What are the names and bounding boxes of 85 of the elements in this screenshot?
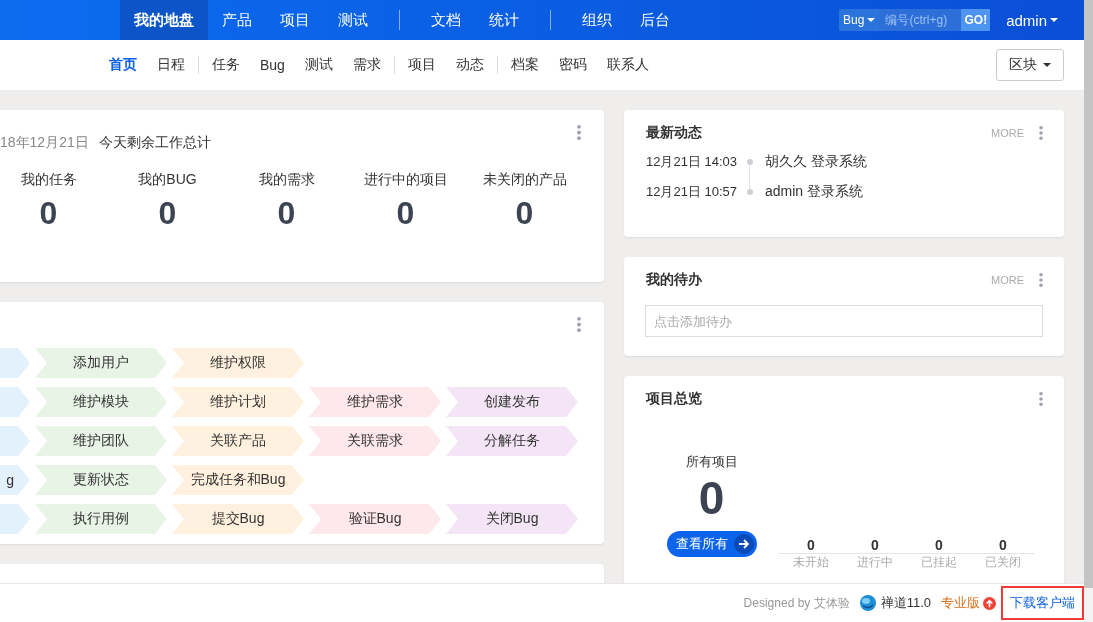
version-text: 禅道11.0 (880, 594, 931, 612)
flow-step[interactable]: g (0, 465, 30, 495)
stat-label: 未开始 (793, 554, 829, 571)
event-text: admin 登录系统 (765, 183, 864, 201)
stat-value: 0 (158, 195, 177, 232)
stat-label: 我的BUG (138, 171, 197, 189)
sub-nav-tab[interactable]: 测试 (294, 56, 343, 74)
user-menu[interactable]: admin (1000, 10, 1064, 30)
nav-tab[interactable]: 组织 (568, 0, 626, 40)
globe-logo-icon (859, 595, 876, 611)
stat-label: 所有项目 (685, 453, 738, 471)
stat-label: 进行中 (857, 554, 893, 571)
more-options-icon[interactable] (1038, 272, 1044, 288)
nav-tab[interactable]: 统计 (475, 0, 533, 40)
flow-step[interactable]: 验证Bug (309, 504, 441, 534)
arrow-right-icon (733, 534, 754, 555)
flow-step[interactable]: 添加用户 (35, 348, 167, 378)
search-field[interactable]: 编号(ctrl+g) (879, 9, 962, 31)
sub-nav-tab[interactable]: 需求 (342, 56, 391, 74)
flow-step[interactable]: 分解任务 (446, 426, 578, 456)
card-title: 我的待办 (646, 271, 703, 289)
flow-step[interactable]: 关联产品 (172, 426, 304, 456)
more-options-icon[interactable] (1038, 391, 1044, 407)
sub-nav-tab[interactable]: 日程 (147, 56, 195, 74)
flow-step[interactable]: 维护模块 (35, 387, 167, 417)
stat-label: 我的需求 (258, 171, 315, 189)
nav-tab[interactable]: 我的地盘 (120, 0, 208, 40)
stat-value: 0 (698, 471, 725, 526)
sub-nav-tab[interactable]: 项目 (397, 56, 446, 74)
stat-value: 0 (515, 195, 534, 232)
upgrade-icon (983, 596, 996, 610)
stat-value: 0 (277, 195, 296, 232)
timeline-dot (747, 159, 753, 165)
date-text: 18年12月21日 (0, 134, 89, 152)
event-time: 12月21日 10:57 (646, 183, 739, 201)
stat-value: 0 (779, 537, 843, 554)
flow-step[interactable]: 关联需求 (309, 426, 441, 456)
event-text: 胡久久 登录系统 (765, 153, 867, 171)
more-options-icon[interactable] (1038, 125, 1044, 141)
stat-value: 0 (39, 195, 58, 232)
sub-nav-tab[interactable]: 密码 (548, 56, 597, 74)
nav-tab[interactable]: 测试 (324, 0, 382, 40)
nav-tab[interactable]: 产品 (208, 0, 266, 40)
nav-tab[interactable]: 文档 (417, 0, 475, 40)
stat-label: 进行中的项目 (363, 171, 448, 189)
view-all-button[interactable]: 查看所有 (666, 531, 757, 558)
todo-input-field[interactable]: 点击添加待办 (645, 305, 1043, 337)
stat-label: 未关闭的产品 (482, 171, 567, 189)
search-type-dropdown[interactable]: Bug (839, 9, 880, 31)
card-title: 项目总览 (646, 390, 703, 408)
flow-step[interactable]: 维护权限 (172, 348, 304, 378)
stat-label: 已关闭 (985, 554, 1021, 571)
stat-value: 0 (843, 537, 907, 554)
timeline-dot (747, 189, 753, 195)
flow-step[interactable]: 创建发布 (446, 387, 578, 417)
sub-nav-tab[interactable]: 动态 (445, 56, 494, 74)
flow-step[interactable]: 维护计划 (172, 387, 304, 417)
nav-tab[interactable]: 项目 (266, 0, 324, 40)
block-dropdown-button[interactable]: 区块 (996, 49, 1064, 81)
sub-nav-tab[interactable]: 联系人 (596, 56, 659, 74)
event-time: 12月21日 14:03 (646, 153, 739, 171)
stat-label: 已挂起 (921, 554, 957, 571)
more-options-icon[interactable] (576, 316, 582, 333)
scrollbar[interactable] (1084, 0, 1093, 622)
flow-step[interactable]: 提交Bug (172, 504, 304, 534)
stat-value: 0 (396, 195, 415, 232)
sub-nav-tab[interactable]: 档案 (500, 56, 549, 74)
stat-label: 我的任务 (20, 171, 77, 189)
designed-by-text: Designed by 艾体验 (743, 594, 850, 612)
more-options-icon[interactable] (576, 124, 582, 141)
card-title: 最新动态 (646, 124, 703, 142)
flow-step[interactable]: 执行用例 (35, 504, 167, 534)
stat-value: 0 (907, 537, 971, 554)
flow-step[interactable]: 完成任务和Bug (172, 465, 304, 495)
flow-step[interactable]: 维护团队 (35, 426, 167, 456)
flow-step[interactable]: 更新状态 (35, 465, 167, 495)
sub-nav-tab[interactable]: Bug (250, 57, 295, 73)
stat-value: 0 (971, 537, 1035, 554)
sub-nav-tab[interactable]: 首页 (99, 56, 147, 74)
flow-step[interactable]: 维护需求 (309, 387, 441, 417)
summary-title: 今天剩余工作总计 (98, 134, 211, 152)
flow-step[interactable]: 关闭Bug (446, 504, 578, 534)
download-client-link[interactable]: 下载客户端 (1001, 586, 1084, 620)
sub-nav-tab[interactable]: 任务 (202, 56, 250, 74)
nav-tab[interactable]: 后台 (626, 0, 684, 40)
